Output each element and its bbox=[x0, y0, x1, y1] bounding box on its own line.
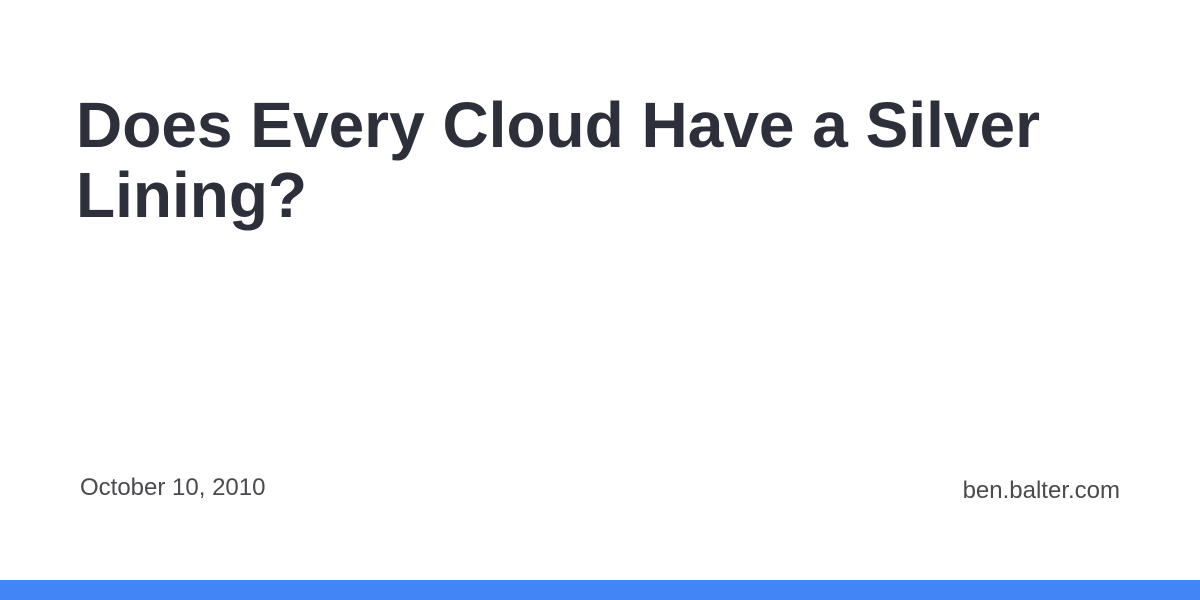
post-title: Does Every Cloud Have a Silver Lining? bbox=[76, 89, 1040, 231]
social-preview-card: Does Every Cloud Have a Silver Lining? O… bbox=[0, 0, 1200, 600]
accent-bar bbox=[0, 580, 1200, 600]
site-domain: ben.balter.com bbox=[962, 477, 1120, 504]
post-date: October 10, 2010 bbox=[80, 474, 266, 501]
